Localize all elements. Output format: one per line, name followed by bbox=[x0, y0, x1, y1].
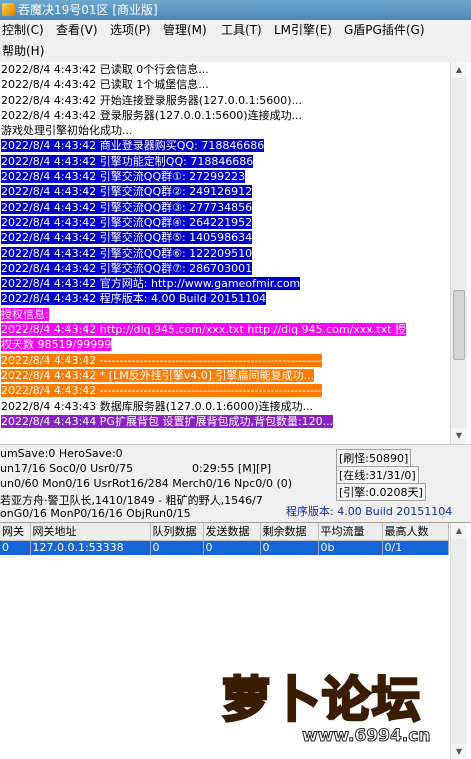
menu-control[interactable]: 控制(C) bbox=[2, 20, 44, 41]
status-run: un17/16 Soc0/0 Usr0/75 bbox=[0, 462, 134, 475]
log-line-text: 2022/8/4 4:43:42 官方网站: http://www.gameof… bbox=[1, 277, 301, 291]
log-line: 游戏处理引擎初始化成功... bbox=[0, 123, 450, 138]
log-line-text: 2022/8/4 4:43:42 引擎交流QQ群②: 249126912 bbox=[1, 185, 253, 199]
log-line-text: 2022/8/4 4:43:42 引擎交流QQ群①: 27299223 bbox=[1, 170, 246, 184]
log-line: 授权信息: bbox=[0, 307, 450, 322]
log-line-text: 2022/8/4 4:43:42 引擎交流QQ群③: 277734856 bbox=[1, 200, 253, 214]
refresh-counter: [刷怪:50890] bbox=[336, 449, 412, 467]
log-line-text: 2022/8/4 4:43:42 引擎交流QQ群⑦: 286703001 bbox=[1, 261, 253, 275]
log-line-text: 2022/8/4 4:43:42 开始连接登录服务器(127.0.0.1:560… bbox=[1, 93, 303, 107]
log-line: 2022/8/4 4:43:42 已读取 1个城堡信息... bbox=[0, 77, 450, 92]
forum-watermark: 萝卜论坛 www.6994.cn bbox=[220, 660, 468, 756]
table-cell: 0 bbox=[203, 540, 261, 555]
table-cell: 0 bbox=[0, 540, 31, 555]
log-line: 2022/8/4 4:43:42 引擎交流QQ群④: 264221952 bbox=[0, 215, 450, 230]
table-cell: 127.0.0.1:53338 bbox=[30, 540, 151, 555]
log-line: 2022/8/4 4:43:42 -----------------------… bbox=[0, 353, 450, 368]
log-line: 2022/8/4 4:43:42 引擎交流QQ群⑦: 286703001 bbox=[0, 261, 450, 276]
menu-g-shield[interactable]: G盾PG插件(G) bbox=[344, 20, 425, 41]
engine-uptime: [引擎:0.0208天] bbox=[336, 483, 426, 501]
log-line-text: 2022/8/4 4:43:42 引擎交流QQ群⑤: 140598634 bbox=[1, 231, 253, 245]
log-line: 2022/8/4 4:43:42 * [LM反外挂引擎v4.0] 引擎扁间能复成… bbox=[0, 368, 450, 383]
scroll-thumb[interactable] bbox=[453, 290, 465, 360]
log-line-text: 2022/8/4 4:43:42 -----------------------… bbox=[1, 353, 323, 367]
log-line: 2022/8/4 4:43:42 商业登录器购买QQ: 718846686 bbox=[0, 138, 450, 153]
menu-view[interactable]: 查看(V) bbox=[56, 20, 98, 41]
log-line: 2022/8/4 4:43:42 引擎功能定制QQ: 718846686 bbox=[0, 154, 450, 169]
log-line: 2022/8/4 4:43:42 程序版本: 4.00 Build 201511… bbox=[0, 291, 450, 306]
log-line-text: 2022/8/4 4:43:42 * [LM反外挂引擎v4.0] 引擎扁间能复成… bbox=[1, 368, 314, 382]
watermark-logo: 萝卜论坛 bbox=[220, 671, 423, 730]
log-line-text: 2022/8/4 4:43:42 登录服务器(127.0.0.1:5600)连接… bbox=[1, 108, 303, 122]
log-line: 2022/8/4 4:43:42 引擎交流QQ群③: 277734856 bbox=[0, 200, 450, 215]
log-line: 权天数 98519/99999 bbox=[0, 337, 450, 352]
table-header: 网关 网关地址 队列数据 发送数据 剩余数据 平均流量 最高人数 bbox=[0, 523, 449, 541]
menu-help[interactable]: 帮助(H) bbox=[2, 41, 44, 62]
menu-tools[interactable]: 工具(T) bbox=[221, 20, 262, 41]
log-line-text: 2022/8/4 4:43:42 商业登录器购买QQ: 718846686 bbox=[1, 139, 265, 153]
log-line-text: 2022/8/4 4:43:42 已读取 0个行会信息... bbox=[1, 63, 209, 76]
log-line-text: 2022/8/4 4:43:42 引擎功能定制QQ: 718846686 bbox=[1, 154, 254, 168]
log-panel[interactable]: 2022/8/4 4:43:42 已读取 0个行会信息... 2022/8/4 4… bbox=[0, 62, 450, 444]
log-line: 2022/8/4 4:43:42 开始连接登录服务器(127.0.0.1:560… bbox=[0, 93, 450, 108]
log-line: 2022/8/4 4:43:42 引擎交流QQ群①: 27299223 bbox=[0, 169, 450, 184]
status-save: umSave:0 HeroSave:0 bbox=[0, 447, 123, 460]
log-line: 2022/8/4 4:43:42 引擎交流QQ群②: 249126912 bbox=[0, 184, 450, 199]
title-bar: 吞魔决19号01区 [商业版] bbox=[0, 0, 471, 20]
log-line-text: 2022/8/4 4:43:42 程序版本: 4.00 Build 201511… bbox=[1, 292, 267, 306]
log-line: 2022/8/4 4:43:42 官方网站: http://www.gameof… bbox=[0, 276, 450, 291]
log-line-text: 2022/8/4 4:43:42 引擎交流QQ群⑥: 122209510 bbox=[1, 246, 253, 260]
log-line-text: 2022/8/4 4:43:42 引擎交流QQ群④: 264221952 bbox=[1, 215, 253, 229]
column-header[interactable]: 网关地址 bbox=[30, 523, 151, 541]
log-line: 2022/8/4 4:43:42 引擎交流QQ群⑤: 140598634 bbox=[0, 230, 450, 245]
log-line-text: 游戏处理引擎初始化成功... bbox=[1, 124, 133, 138]
column-header[interactable]: 最高人数 bbox=[382, 523, 449, 541]
log-line-text: 2022/8/4 4:43:42 -----------------------… bbox=[1, 384, 323, 398]
log-line-text: 2022/8/4 4:43:42 http://dlq.945.com/xxx.… bbox=[1, 323, 406, 337]
app-icon bbox=[2, 3, 15, 16]
log-line: 2022/8/4 4:43:42 登录服务器(127.0.0.1:5600)连接… bbox=[0, 108, 450, 123]
table-cell: 0b bbox=[318, 540, 383, 555]
menu-options[interactable]: 选项(P) bbox=[110, 20, 151, 41]
log-line-text: 2022/8/4 4:43:43 数据库服务器(127.0.0.1:6000)连… bbox=[1, 399, 314, 413]
column-header[interactable]: 网关 bbox=[0, 523, 31, 541]
window-title: 吞魔决19号01区 [商业版] bbox=[18, 3, 158, 17]
table-cell: 0 bbox=[150, 540, 204, 555]
log-line-text: 2022/8/4 4:43:42 已读取 1个城堡信息... bbox=[1, 78, 209, 92]
status-monsters: un0/60 Mon0/16 UsrRot16/284 Merch0/16 Np… bbox=[0, 477, 293, 490]
column-header[interactable]: 队列数据 bbox=[150, 523, 204, 541]
program-version: 程序版本: 4.00 Build 20151104 bbox=[286, 505, 453, 518]
column-header[interactable]: 发送数据 bbox=[203, 523, 261, 541]
status-panel: umSave:0 HeroSave:0 un17/16 Soc0/0 Usr0/… bbox=[0, 444, 471, 522]
watermark-url: www.6994.cn bbox=[301, 726, 431, 747]
status-objects: onG0/16 MonP0/16/16 ObjRun0/15 bbox=[0, 507, 191, 520]
status-runtime: 0:29:55 [M][P] bbox=[192, 462, 272, 475]
table-row[interactable]: 0 127.0.0.1:53338 0 0 0 0b 0/1 bbox=[0, 540, 449, 555]
log-line: 2022/8/4 4:43:42 http://dlq.945.com/xxx.… bbox=[0, 322, 450, 337]
column-header[interactable]: 剩余数据 bbox=[260, 523, 319, 541]
column-header[interactable]: 平均流量 bbox=[318, 523, 383, 541]
online-counter: [在线:31/31/0] bbox=[336, 466, 419, 484]
status-boss: 若亚方舟·警卫队长,1410/1849 - 粗矿的野人,1546/7 bbox=[0, 494, 263, 507]
scroll-down-icon[interactable]: ▼ bbox=[451, 428, 467, 444]
log-scrollbar[interactable]: ▲ ▼ bbox=[450, 62, 467, 444]
log-line: 2022/8/4 4:43:43 数据库服务器(127.0.0.1:6000)连… bbox=[0, 399, 450, 414]
log-line: 2022/8/4 4:43:42 引擎交流QQ群⑥: 122209510 bbox=[0, 246, 450, 261]
menu-bar: 控制(C) 查看(V) 选项(P) 管理(M) 工具(T) LM引擎(E) G盾… bbox=[0, 20, 471, 62]
menu-lm-engine[interactable]: LM引擎(E) bbox=[274, 20, 332, 41]
log-line: 2022/8/4 4:43:44 PG扩展背包 设置扩展背包成功,背包数量:12… bbox=[0, 414, 450, 429]
log-line: 2022/8/4 4:43:42 已读取 0个行会信息... bbox=[0, 62, 450, 77]
scroll-up-icon[interactable]: ▲ bbox=[451, 62, 467, 78]
log-line-text: 2022/8/4 4:43:44 PG扩展背包 设置扩展背包成功,背包数量:12… bbox=[1, 414, 334, 428]
table-cell: 0/1 bbox=[382, 540, 449, 555]
log-line-text: 权天数 98519/99999 bbox=[1, 338, 112, 352]
menu-manage[interactable]: 管理(M) bbox=[163, 20, 207, 41]
table-cell: 0 bbox=[260, 540, 319, 555]
scroll-up-icon[interactable]: ▲ bbox=[451, 523, 467, 539]
log-line: 2022/8/4 4:43:42 -----------------------… bbox=[0, 383, 450, 398]
log-line-text: 授权信息: bbox=[1, 307, 49, 321]
